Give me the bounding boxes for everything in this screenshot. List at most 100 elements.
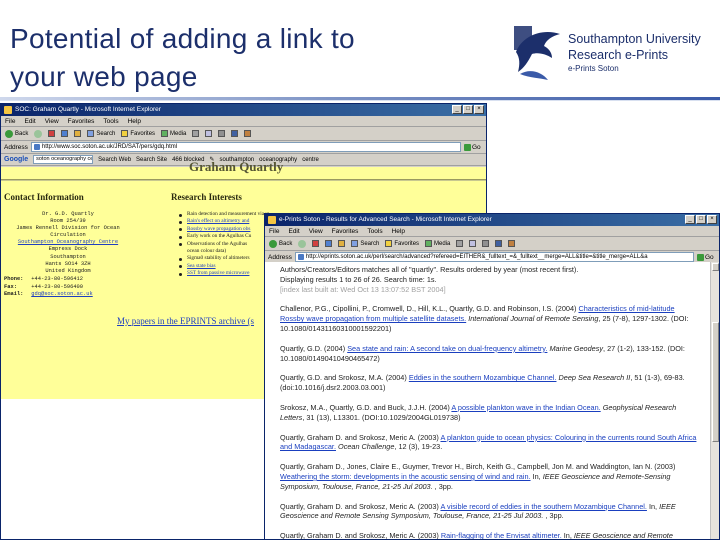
back-button[interactable]: Back [5,129,28,138]
mail-icon [469,240,477,247]
slide-title-line1: Potential of adding a link to [10,23,355,54]
discuss-button[interactable] [508,240,516,247]
minimize-button[interactable]: _ [685,215,695,224]
minimize-button[interactable]: _ [452,105,462,114]
media-icon [425,240,433,247]
menu-file[interactable]: File [269,226,279,236]
stop-button[interactable] [48,130,56,137]
close-button[interactable]: × [474,105,484,114]
interest-link[interactable]: Rossby wave propagation obs [187,226,250,232]
result-item: Quartly, G.D. and Srokosz, M.A. (2004) E… [280,373,700,393]
google-search-input[interactable]: soton oceanography centre [33,155,94,164]
email-label: Email: [4,291,24,297]
result-title-link[interactable]: Rain-flagging of the Envisat altimeter. [441,531,562,539]
home-button[interactable] [74,130,82,137]
refresh-button[interactable] [61,130,69,137]
results-list: Challenor, P.G., Cipollini, P., Cromwell… [280,304,700,539]
menu-help[interactable]: Help [128,116,141,126]
phone-value: +44-23-80-596412 [31,276,84,282]
list-item: Early work on the Agulhas Cu [179,233,269,240]
menu-view[interactable]: View [45,116,59,126]
page-content: Authors/Creators/Editors matches all of … [265,262,710,539]
vertical-scrollbar[interactable] [710,262,719,539]
google-search-web-button[interactable]: Search Web [98,157,131,163]
address-link-soc[interactable]: Southampton Oceanography Centre [5,239,131,246]
menu-favorites[interactable]: Favorites [332,226,359,236]
address-input[interactable]: http://www.soc.soton.ac.uk/JRD/SAT/pers/… [30,142,461,152]
menu-view[interactable]: View [309,226,323,236]
maximize-button[interactable]: □ [696,215,706,224]
star-icon [121,130,129,137]
list-item: ocean colour data) [187,248,227,255]
print-button[interactable] [218,130,226,137]
toolbar: Back Search Favorites Media [265,237,719,251]
result-title-link[interactable]: Eddies in the southern Mozambique Channe… [409,373,557,382]
stop-button[interactable] [312,240,320,247]
edit-button[interactable] [231,130,239,137]
browser-window-eprints-results[interactable]: e-Prints Soton - Results for Advanced Se… [264,213,720,540]
media-icon [161,130,169,137]
result-title-link[interactable]: Sea state and rain: A second take on dua… [347,344,547,353]
edit-button[interactable] [495,240,503,247]
favorites-button[interactable]: Favorites [385,240,419,247]
result-details: , 3pp. [432,481,453,491]
stop-icon [312,240,320,247]
forward-button[interactable] [298,239,307,248]
google-term-centre[interactable]: centre [302,157,319,163]
menu-tools[interactable]: Tools [103,116,118,126]
google-search-site-button[interactable]: Search Site [136,157,167,163]
interest-link[interactable]: Rain's effect on altimetry and [187,218,249,224]
maximize-button[interactable]: □ [463,105,473,114]
go-button[interactable]: Go [697,253,719,261]
interest-link[interactable]: SST from passive microwave [187,270,249,276]
menu-help[interactable]: Help [392,226,405,236]
result-item: Challenor, P.G., Cipollini, P., Cromwell… [280,304,700,333]
search-button[interactable]: Search [87,130,115,137]
back-button[interactable]: Back [269,239,292,248]
history-button[interactable] [192,130,200,137]
close-button[interactable]: × [707,215,717,224]
result-title-link[interactable]: A possible plankton wave in the Indian O… [451,403,600,412]
toolbar: Back Search Favorites Media [1,127,486,141]
result-connector: In, [530,471,543,481]
interest-link[interactable]: Sea state bias [187,263,216,269]
menu-tools[interactable]: Tools [367,226,382,236]
eprints-archive-link[interactable]: My papers in the EPRINTS archive (s [117,316,254,326]
menu-favorites[interactable]: Favorites [68,116,95,126]
menu-edit[interactable]: Edit [24,116,35,126]
window-titlebar[interactable]: e-Prints Soton - Results for Advanced Se… [265,214,719,226]
go-button[interactable]: Go [464,143,486,151]
home-button[interactable] [338,240,346,247]
research-heading: Research Interests [171,192,242,202]
search-results: Authors/Creators/Editors matches all of … [280,265,700,539]
result-title-link[interactable]: Weathering the storm: developments in th… [280,472,531,481]
scroll-thumb[interactable] [712,322,719,442]
menu-file[interactable]: File [5,116,15,126]
postal-address: Dr. G.D. Quartly Room 254/39 James Renne… [5,211,131,275]
mail-button[interactable] [469,240,477,247]
favorites-button[interactable]: Favorites [121,130,155,137]
mail-button[interactable] [205,130,213,137]
history-button[interactable] [456,240,464,247]
scroll-up-arrow-icon[interactable] [712,263,719,271]
search-button[interactable]: Search [351,240,379,247]
window-titlebar[interactable]: SOC: Graham Quartly - Microsoft Internet… [1,104,486,116]
result-item: Quartly, Graham D. and Srokosz, Meric A.… [280,502,700,522]
address-input[interactable]: http://eprints.soton.ac.uk/perl/search/a… [294,252,694,262]
print-icon [482,240,490,247]
media-button[interactable]: Media [425,240,450,247]
refresh-icon [61,130,69,137]
menu-edit[interactable]: Edit [288,226,299,236]
result-connector: In, [646,501,660,511]
result-item: Quartly, Graham D. and Srokosz, Meric A.… [280,531,700,539]
result-venue: International Journal of Remote Sensing [468,314,599,324]
forward-button[interactable] [34,129,43,138]
discuss-button[interactable] [244,130,252,137]
media-button[interactable]: Media [161,130,186,137]
address-line: Dr. G.D. Quartly [42,211,94,217]
address-label: Address [4,143,28,151]
result-title-link[interactable]: A visible record of eddies in the southe… [440,502,646,511]
print-button[interactable] [482,240,490,247]
email-link[interactable]: gdq@soc.soton.ac.uk [31,291,92,297]
refresh-button[interactable] [325,240,333,247]
